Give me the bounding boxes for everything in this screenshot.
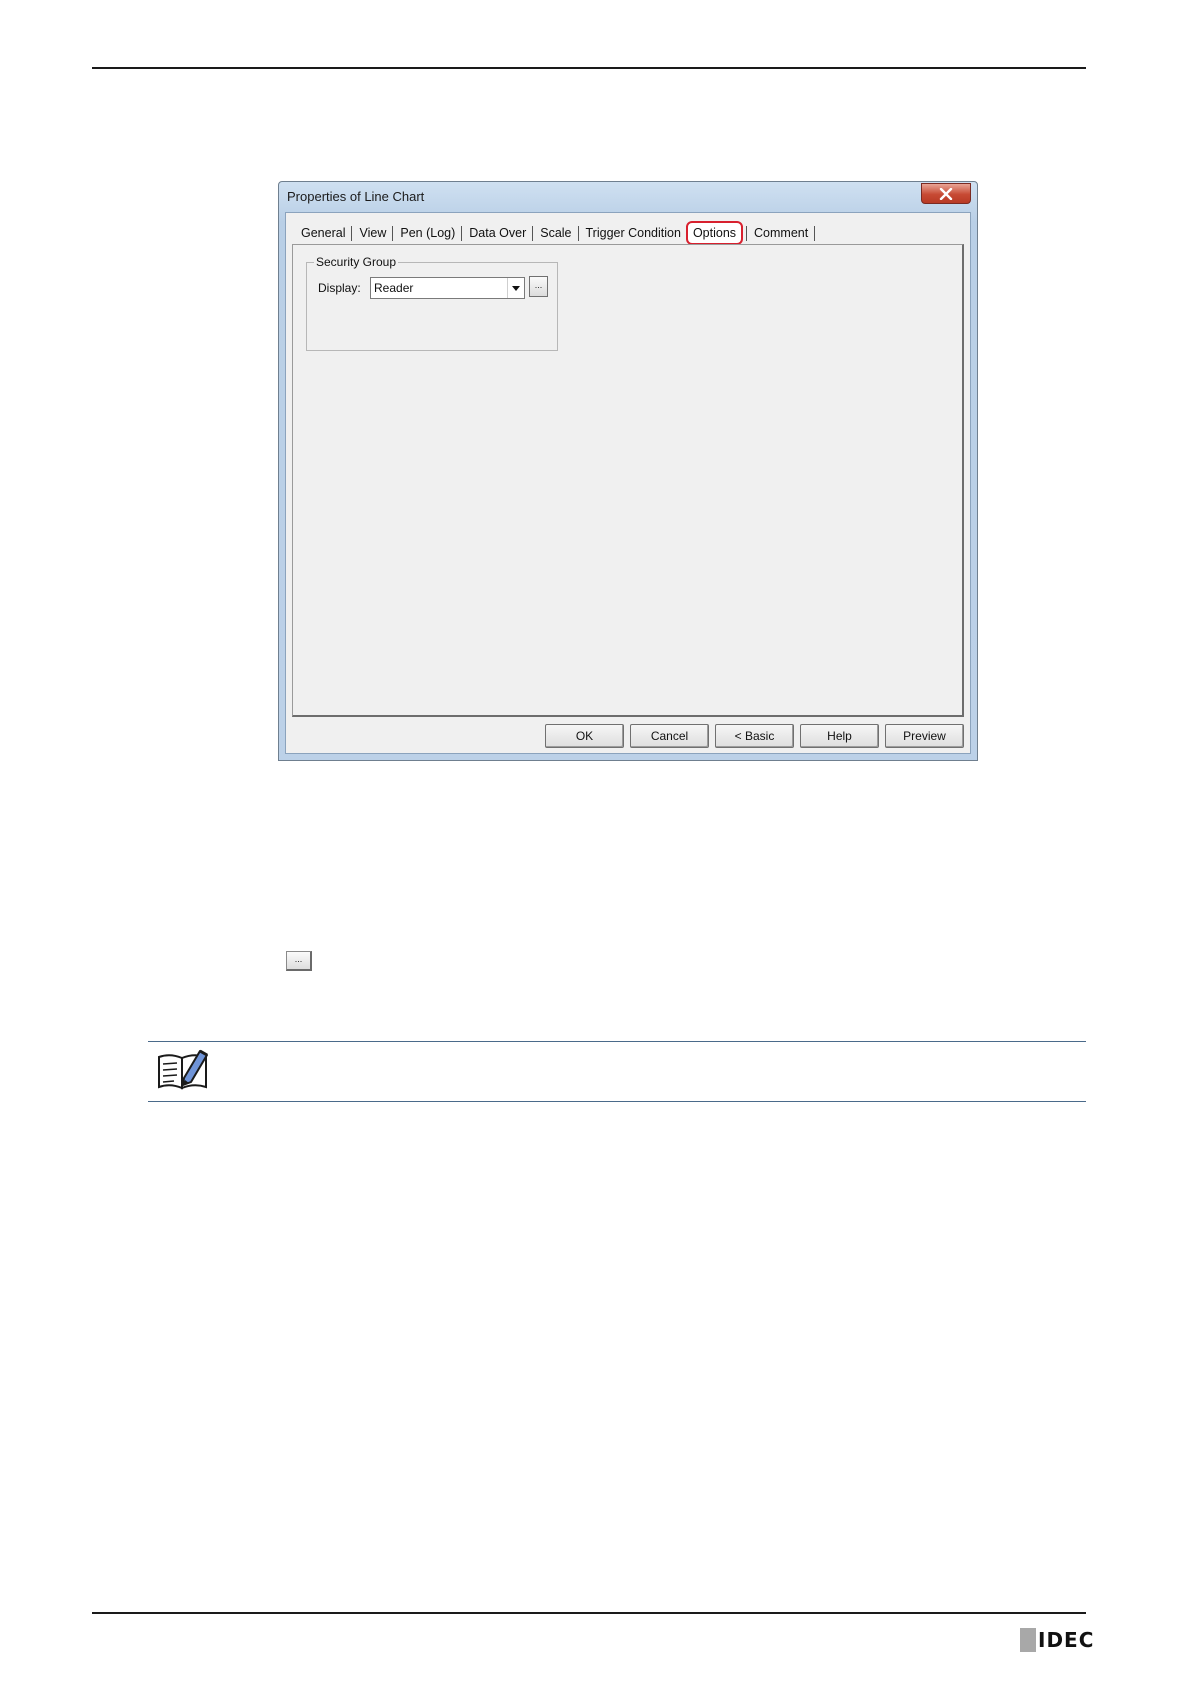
basic-button[interactable]: < Basic [715,724,794,748]
tab-options[interactable]: Options [685,221,744,245]
inline-ellipsis-button: ... [286,951,312,971]
tab-general[interactable]: General [297,225,349,241]
display-select-value: Reader [374,281,414,295]
tab-separator [351,225,353,241]
logo-bar [1020,1627,1036,1652]
security-group-box: Security Group Display: Reader ... [306,255,558,351]
dialog-button-row: OK Cancel < Basic Help Preview [545,724,964,748]
dropdown-arrow-icon[interactable] [507,278,524,298]
tab-separator [532,225,534,241]
note-rule-bottom [148,1101,1086,1102]
display-label: Display: [318,281,361,295]
tab-data-over[interactable]: Data Over [465,225,530,241]
preview-button[interactable]: Preview [885,724,964,748]
ok-button[interactable]: OK [545,724,624,748]
options-panel: Security Group Display: Reader ... [292,244,964,717]
note-book-pencil-icon [158,1049,208,1090]
tab-comment[interactable]: Comment [750,225,812,241]
tab-strip: General View Pen (Log) Data Over Scale T… [297,221,818,245]
close-icon [939,187,953,200]
display-select[interactable]: Reader [370,277,525,299]
tab-view[interactable]: View [355,225,390,241]
dialog-client: General View Pen (Log) Data Over Scale T… [285,212,971,754]
tab-trigger-condition[interactable]: Trigger Condition [582,225,685,241]
logo-text: IDEC [1038,1627,1095,1652]
properties-dialog: Properties of Line Chart General View Pe… [278,181,978,761]
tab-pen-log[interactable]: Pen (Log) [396,225,459,241]
cancel-button[interactable]: Cancel [630,724,709,748]
tab-scale[interactable]: Scale [536,225,575,241]
tab-separator [392,225,394,241]
security-group-browse-button[interactable]: ... [529,276,548,297]
header-rule [92,67,1086,69]
tab-separator [746,225,748,241]
tab-separator [461,225,463,241]
help-button[interactable]: Help [800,724,879,748]
dialog-titlebar[interactable]: Properties of Line Chart [279,182,977,212]
tab-separator [577,225,579,241]
close-button[interactable] [921,183,971,204]
dialog-title: Properties of Line Chart [287,189,425,204]
tab-separator [814,225,816,241]
footer-rule [92,1612,1086,1614]
note-rule-top [148,1041,1086,1042]
idec-logo: IDEC [1020,1627,1094,1652]
security-group-legend: Security Group [314,255,399,269]
